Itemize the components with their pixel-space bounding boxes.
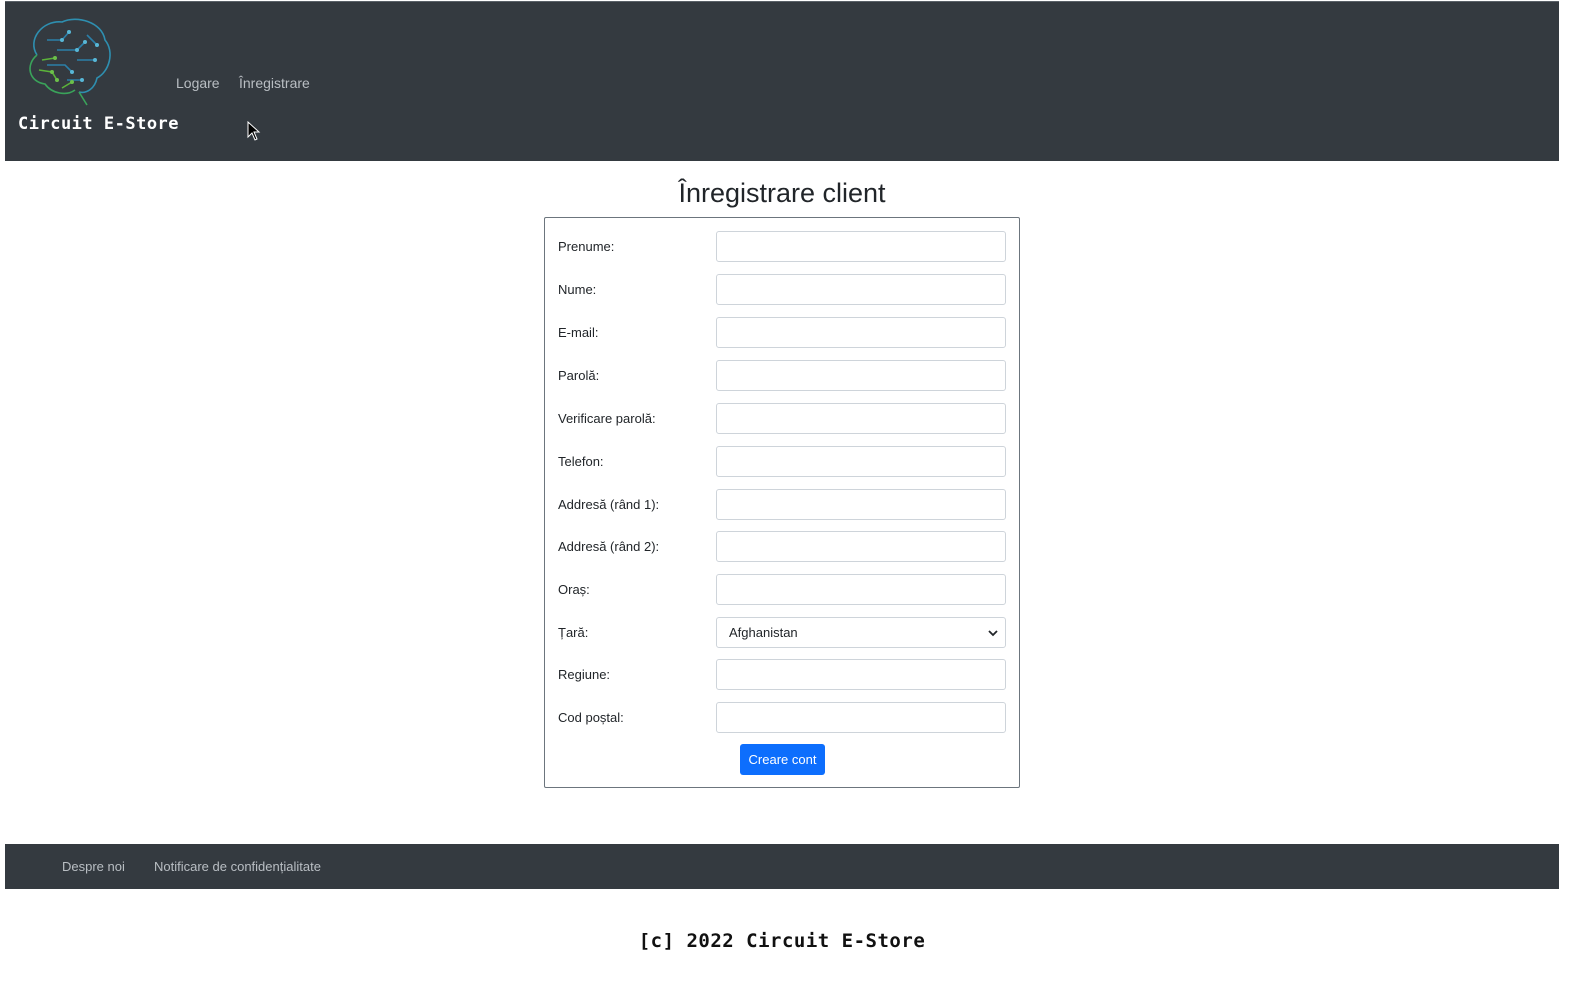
footer-link-privacy[interactable]: Notificare de confidențialitate [154, 859, 321, 874]
field-label: Prenume: [558, 239, 615, 254]
field-label: E-mail: [558, 325, 599, 340]
form-row-first-name: Prenume: [558, 231, 1006, 262]
field-label: Telefon: [558, 454, 604, 469]
field-label: Regiune: [558, 667, 611, 682]
field-label: Parolă: [558, 368, 600, 383]
region-input[interactable] [716, 659, 1006, 690]
form-row-password-confirm: Verificare parolă: [558, 403, 1006, 434]
footer-link-about[interactable]: Despre noi [62, 859, 125, 874]
brand-logo[interactable]: Circuit E-Store [17, 10, 179, 140]
password-input[interactable] [716, 360, 1006, 391]
form-row-address-1: Addresă (rând 1): [558, 489, 1006, 520]
create-account-button[interactable]: Creare cont [740, 744, 825, 775]
city-input[interactable] [716, 574, 1006, 605]
address-line-2-input[interactable] [716, 531, 1006, 562]
phone-input[interactable] [716, 446, 1006, 477]
field-label: Cod poștal: [558, 710, 624, 725]
address-line-1-input[interactable] [716, 489, 1006, 520]
form-row-region: Regiune: [558, 659, 1006, 690]
field-label: Addresă (rând 2): [558, 539, 660, 554]
footer-navbar: Despre noi Notificare de confidențialita… [5, 844, 1559, 889]
form-row-last-name: Nume: [558, 274, 1006, 305]
registration-form: Prenume: Nume: E-mail: Parolă: Verificar… [544, 217, 1020, 788]
nav-link-register[interactable]: Înregistrare [239, 75, 310, 91]
page-title: Înregistrare client [678, 178, 886, 208]
mouse-cursor-icon [247, 121, 261, 141]
form-row-city: Oraș: [558, 574, 1006, 605]
chevron-down-icon [988, 630, 998, 637]
nav-link-login[interactable]: Logare [176, 75, 220, 91]
form-row-phone: Telefon: [558, 446, 1006, 477]
first-name-input[interactable] [716, 231, 1006, 262]
country-select[interactable]: Afghanistan [716, 617, 1006, 648]
copyright-text: [c] 2022 Circuit E-Store [638, 930, 926, 952]
password-confirm-input[interactable] [716, 403, 1006, 434]
field-label: Verificare parolă: [558, 411, 656, 426]
top-navbar: Circuit E-Store Logare Înregistrare [5, 1, 1559, 161]
form-row-password: Parolă: [558, 360, 1006, 391]
country-select-value: Afghanistan [729, 625, 798, 640]
email-input[interactable] [716, 317, 1006, 348]
page: Circuit E-Store Logare Înregistrare Înre… [0, 0, 1584, 988]
brain-circuit-icon [29, 18, 111, 106]
form-row-address-2: Addresă (rând 2): [558, 531, 1006, 562]
form-row-email: E-mail: [558, 317, 1006, 348]
field-label: Nume: [558, 282, 597, 297]
field-label: Addresă (rând 1): [558, 497, 660, 512]
form-row-country: Țară: Afghanistan [558, 617, 1006, 648]
field-label: Oraș: [558, 582, 590, 597]
form-row-postal-code: Cod poștal: [558, 702, 1006, 733]
field-label: Țară: [558, 625, 589, 640]
brand-name: Circuit E-Store [18, 114, 180, 134]
postal-code-input[interactable] [716, 702, 1006, 733]
last-name-input[interactable] [716, 274, 1006, 305]
